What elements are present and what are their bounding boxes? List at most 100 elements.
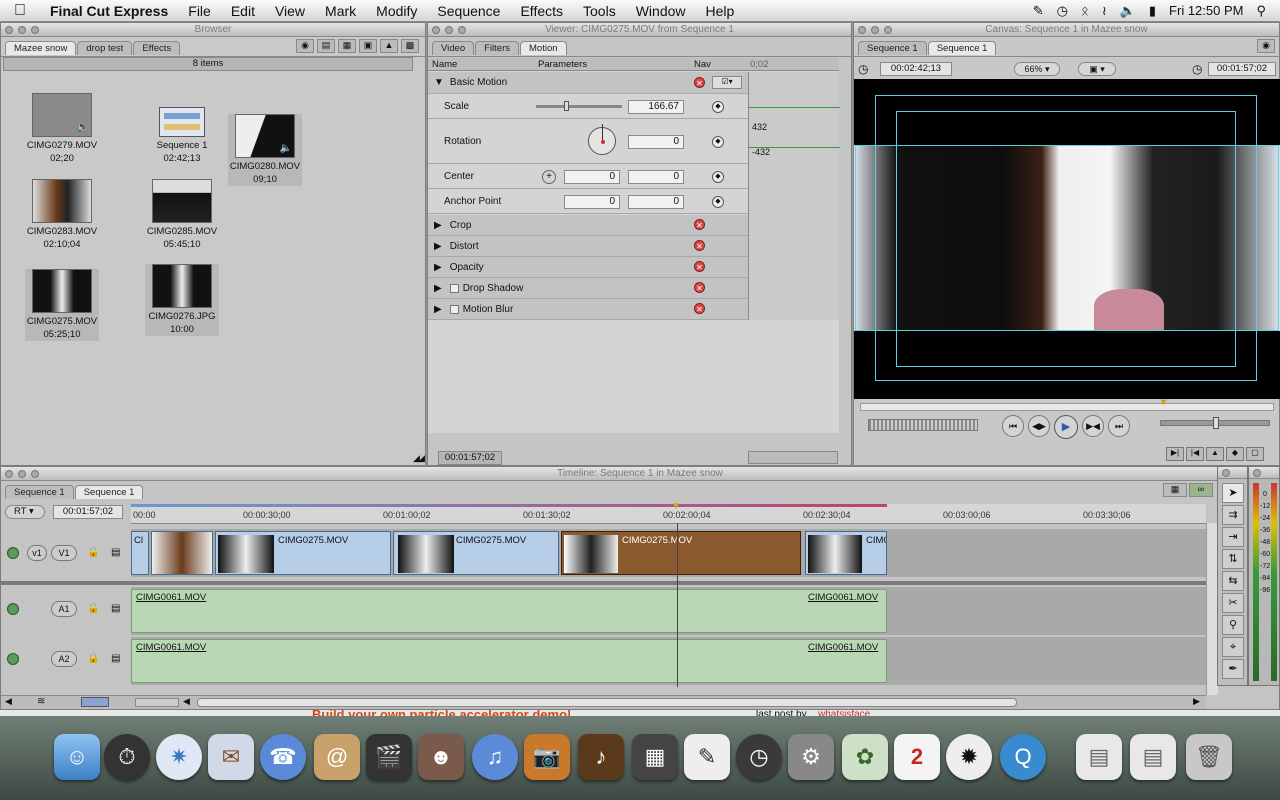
scrubber-bar[interactable]: ▼: [860, 397, 1274, 411]
basic-motion-row[interactable]: ▼ Basic Motion ✕ ☑▾: [428, 72, 748, 94]
image-capture-icon[interactable]: 📷: [524, 734, 570, 780]
pen-tool-icon[interactable]: ✒: [1222, 659, 1244, 679]
center-x[interactable]: 0: [564, 170, 620, 184]
overlay-icon[interactable]: ◉: [1257, 39, 1275, 53]
disclosure-closed-icon[interactable]: ▶: [434, 262, 442, 273]
play-around-icon[interactable]: ▶◀: [1082, 415, 1104, 437]
audio-enable-icon[interactable]: [7, 603, 19, 615]
audio-meter-titlebar[interactable]: [1249, 467, 1279, 479]
app-icon-ant[interactable]: ✹: [946, 734, 992, 780]
keyframe-icon[interactable]: ◆: [712, 196, 724, 208]
view-icon-large[interactable]: ▲: [380, 39, 398, 53]
menu-edit[interactable]: Edit: [221, 3, 265, 19]
add-marker-icon[interactable]: ▲: [1206, 447, 1224, 461]
apple-menu-icon[interactable]: : [0, 2, 40, 20]
play-icon[interactable]: ▶: [1054, 415, 1078, 439]
final-cut-icon[interactable]: 🎬: [366, 734, 412, 780]
source-v1[interactable]: v1: [27, 545, 47, 561]
mark-out-icon[interactable]: |◀: [1186, 447, 1204, 461]
anchor-x[interactable]: 0: [564, 195, 620, 209]
zoom-button[interactable]: [884, 26, 892, 34]
crosshair-icon[interactable]: +: [542, 170, 556, 184]
menu-clock[interactable]: Fri 12:50 PM: [1169, 3, 1243, 18]
snapping-icon[interactable]: ▦: [1163, 483, 1187, 497]
clip-cimg0280[interactable]: 🔈 CIMG0280.MOV 09;10: [228, 114, 302, 186]
menu-view[interactable]: View: [265, 3, 315, 19]
match-frame-icon[interactable]: ▢: [1246, 447, 1264, 461]
menu-window[interactable]: Window: [626, 3, 696, 19]
zoom-popup[interactable]: 66% ▾: [1014, 62, 1060, 76]
shuttle-control[interactable]: [868, 419, 978, 431]
close-button[interactable]: [5, 26, 13, 34]
browser-titlebar[interactable]: Browser: [1, 23, 425, 37]
lock-icon[interactable]: 🔒: [87, 547, 99, 558]
razor-tool-icon[interactable]: ✂: [1222, 593, 1244, 613]
close-button[interactable]: [1253, 469, 1261, 477]
video-clip[interactable]: Cl: [131, 531, 149, 575]
dashboard-icon[interactable]: ⏱: [104, 734, 150, 780]
minimize-button[interactable]: [18, 26, 26, 34]
viewer-timecode[interactable]: 00:01:57;02: [438, 451, 502, 465]
menu-file[interactable]: File: [178, 3, 221, 19]
mail-icon[interactable]: ✉: [208, 734, 254, 780]
minimized-window-1[interactable]: ▤: [1076, 734, 1122, 780]
timeline-titlebar[interactable]: Timeline: Sequence 1 in Mazee snow: [1, 467, 1279, 481]
scroll-left-arrow-icon[interactable]: ◀: [183, 696, 190, 707]
add-keyframe-icon[interactable]: ◆: [1226, 447, 1244, 461]
grid-icon[interactable]: ▩: [401, 39, 419, 53]
minimized-window-2[interactable]: ▤: [1130, 734, 1176, 780]
scroll-left-icon[interactable]: ◀: [5, 696, 12, 707]
view-icon-medium[interactable]: ▣: [359, 39, 377, 53]
tab-sequence-1a[interactable]: Sequence 1: [5, 485, 74, 499]
video-clip[interactable]: [151, 531, 213, 575]
zoom-tool-icon[interactable]: ⚲: [1222, 615, 1244, 635]
tab-sequence-1b[interactable]: Sequence 1: [927, 41, 997, 55]
address-book-icon[interactable]: @: [314, 734, 360, 780]
spaces-icon[interactable]: ▦: [632, 734, 678, 780]
lock-icon[interactable]: 🔒: [87, 603, 99, 614]
play-in-out-icon[interactable]: ◀▶: [1028, 415, 1050, 437]
menu-help[interactable]: Help: [696, 3, 745, 19]
reset-icon[interactable]: ✕: [694, 282, 705, 293]
canvas-duration[interactable]: 00:02:42;13: [880, 62, 952, 76]
clip-cimg0283[interactable]: CIMG0283.MOV 02:10;04: [25, 179, 99, 251]
select-track-tool-icon[interactable]: ⇉: [1222, 505, 1244, 525]
a2-lane[interactable]: CIMG0061.MOV CIMG0061.MOV: [131, 637, 1206, 685]
minimize-button[interactable]: [445, 26, 453, 34]
rt-popup[interactable]: RT ▾: [5, 505, 45, 519]
textedit-icon[interactable]: ✎: [684, 734, 730, 780]
canvas-current-time[interactable]: 00:01:57;02: [1208, 62, 1276, 76]
a1-lane[interactable]: CIMG0061.MOV CIMG0061.MOV: [131, 587, 1206, 635]
trash-icon[interactable]: 🗑: [1186, 734, 1232, 780]
close-button[interactable]: [858, 26, 866, 34]
track-height-icon[interactable]: [81, 697, 109, 707]
track-divider[interactable]: [1, 581, 1206, 585]
playhead-icon[interactable]: ▼: [671, 501, 681, 512]
clip-cimg0276[interactable]: CIMG0276.JPG 10:00: [145, 264, 219, 336]
close-button[interactable]: [1222, 469, 1230, 477]
motion-blur-checkbox[interactable]: [449, 304, 459, 314]
viewer-titlebar[interactable]: Viewer: CIMG0275.MOV from Sequence 1: [428, 23, 851, 37]
slip-tool-icon[interactable]: ⇆: [1222, 571, 1244, 591]
scroll-right-arrow-icon[interactable]: ▶: [1193, 696, 1200, 707]
canvas-titlebar[interactable]: Canvas: Sequence 1 in Mazee snow: [854, 23, 1279, 37]
col-parameters[interactable]: Parameters: [538, 59, 587, 70]
view-popup[interactable]: ▣ ▾: [1078, 62, 1116, 76]
keyframe-icon[interactable]: ◆: [712, 136, 724, 148]
auto-select-icon[interactable]: ▤: [111, 603, 120, 614]
slider-thumb[interactable]: [564, 101, 569, 111]
distort-row[interactable]: ▶ Distort ✕: [428, 236, 748, 257]
tab-video[interactable]: Video: [432, 41, 475, 55]
selection-tool-icon[interactable]: ➤: [1222, 483, 1244, 503]
v1-lane[interactable]: Cl CIMG0275.MOV CIMG0275.MOV CIMG0275.MO…: [131, 529, 1206, 577]
reset-icon[interactable]: ✕: [694, 261, 705, 272]
reset-icon[interactable]: ✕: [694, 240, 705, 251]
video-clip[interactable]: CIMG0275.MOV: [393, 531, 559, 575]
time-machine-dock-icon[interactable]: ◷: [736, 734, 782, 780]
center-y[interactable]: 0: [628, 170, 684, 184]
system-preferences-icon[interactable]: ⚙: [788, 734, 834, 780]
zoom-slider[interactable]: [748, 451, 838, 464]
track-visibility-icon[interactable]: [7, 547, 19, 559]
clip-overlays-icon[interactable]: ≋: [37, 696, 45, 707]
battery-icon[interactable]: ▮: [1149, 3, 1156, 19]
